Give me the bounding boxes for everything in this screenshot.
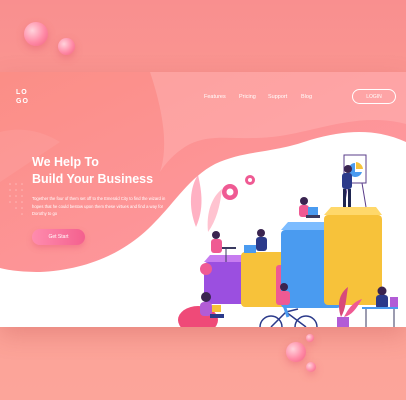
gear-icon [222, 184, 238, 200]
login-button[interactable]: LOGIN [352, 89, 396, 104]
person-laptop-middle [244, 229, 267, 253]
hero-title-line-2: Build Your Business [32, 172, 154, 186]
nav-link-blog[interactable]: Blog [301, 94, 312, 100]
decor-bubble-bottom-small [306, 362, 316, 372]
logo-line-2: GO [16, 98, 29, 105]
decor-bubble-bottom-large [286, 342, 306, 362]
decor-bubble-bottom-tiny [306, 334, 314, 342]
person-laptop-top [299, 197, 320, 218]
logo[interactable]: LO GO [16, 88, 29, 106]
hero-title-line-1: We Help To [32, 155, 99, 169]
nav-link-support[interactable]: Support [268, 94, 287, 100]
yellow-block-tall [324, 215, 382, 305]
gear-icon-small [245, 175, 255, 185]
decor-bubble-large [24, 22, 48, 46]
hero-title: We Help To Build Your Business [32, 154, 153, 188]
hero-description: Together the four of them set off to the… [32, 196, 166, 216]
team-illustration [178, 154, 398, 327]
logo-line-1: LO [16, 89, 28, 96]
nav-link-features[interactable]: Features [204, 94, 226, 100]
decor-bubble-small [58, 38, 75, 55]
landing-page-card: LO GO Features Pricing Support Blog LOGI… [0, 72, 406, 327]
get-start-button[interactable]: Get Start [32, 229, 85, 245]
nav-link-pricing[interactable]: Pricing [239, 94, 256, 100]
top-nav: LO GO Features Pricing Support Blog LOGI… [0, 72, 406, 122]
leaf-decor-left [190, 175, 222, 232]
